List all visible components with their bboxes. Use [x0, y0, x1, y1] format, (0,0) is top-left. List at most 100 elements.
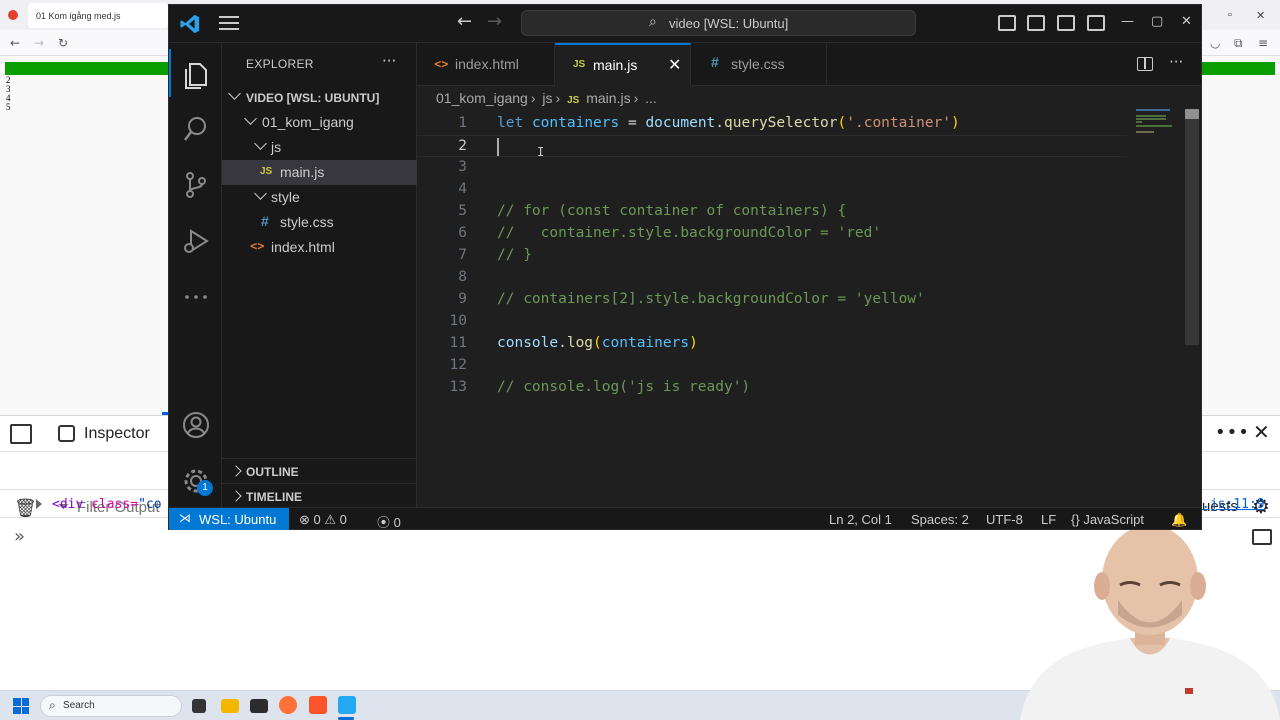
windows-start-icon[interactable] [13, 698, 29, 714]
customize-layout-icon[interactable] [1087, 15, 1105, 31]
tree-item-label: 01_kom_igang [262, 114, 354, 130]
vertical-scrollbar[interactable] [1185, 109, 1199, 345]
command-center[interactable]: ⌕ video [WSL: Ubuntu] [521, 10, 916, 36]
toggle-secondary-sidebar-icon[interactable] [1057, 15, 1075, 31]
breadcrumb-item[interactable]: 01_kom_igang [436, 90, 528, 106]
tab-label: main.js [593, 57, 638, 73]
vscode-taskbar-icon[interactable] [338, 696, 356, 714]
browser-tab[interactable]: 01 Kom igång med.js [28, 3, 168, 28]
tab-main-js[interactable]: JS main.js ✕ [555, 43, 691, 87]
breadcrumb-item[interactable]: ... [645, 90, 657, 106]
indentation[interactable]: Spaces: 2 [911, 512, 969, 527]
line-number: 8 [458, 269, 467, 285]
minimize-icon[interactable]: ▫ [1228, 9, 1232, 21]
explorer-more-icon[interactable]: ··· [382, 52, 396, 70]
terminal-icon[interactable] [250, 699, 268, 713]
account-icon [183, 412, 209, 438]
search-icon: ⌕ [49, 698, 56, 712]
tree-item-folder[interactable]: style [222, 185, 417, 210]
console-element-preview[interactable]: <div class="co [52, 497, 162, 512]
minimize-icon[interactable]: — [1121, 14, 1134, 29]
maximize-icon[interactable]: ▢ [1151, 14, 1163, 29]
ports-indicator[interactable]: ⦿ 0 [377, 512, 401, 531]
source-control-icon [186, 172, 206, 198]
warning-icon: ⚠ [324, 512, 337, 527]
code-text: // containers[2].style.backgroundColor =… [497, 291, 925, 307]
tree-item-workspace[interactable]: VIDEO [WSL: UBUNTU] [222, 85, 417, 110]
file-explorer-icon[interactable] [221, 699, 239, 713]
forward-icon[interactable]: → [34, 36, 44, 50]
tab-index-html[interactable]: <> index.html [417, 43, 555, 86]
notifications-bell-icon[interactable]: 🔔 [1171, 512, 1187, 528]
tab-close-icon[interactable]: ✕ [668, 55, 681, 74]
remote-label: WSL: Ubuntu [199, 512, 277, 527]
source-control-activity[interactable] [169, 159, 222, 207]
menu-hamburger-icon[interactable] [219, 16, 239, 30]
remote-indicator[interactable]: ⋊ WSL: Ubuntu [169, 508, 289, 530]
code-line: 13 // console.log('js is ready') [417, 377, 1127, 399]
task-view-icon[interactable] [192, 699, 206, 713]
firefox-taskbar-icon[interactable] [279, 696, 297, 714]
reload-icon[interactable]: ↻ [58, 36, 68, 50]
devtools-close-icon[interactable]: ✕ [1253, 420, 1270, 444]
outline-section[interactable]: OUTLINE [222, 458, 417, 483]
pocket-icon[interactable]: ◡ [1210, 36, 1220, 50]
manage-activity[interactable] [169, 455, 222, 503]
expand-arrow-icon[interactable] [36, 499, 42, 509]
language-mode[interactable]: {} JavaScript [1071, 512, 1144, 527]
page-number-list: 2 3 4 5 [6, 76, 11, 112]
minimap[interactable] [1134, 109, 1184, 139]
more-activity[interactable] [169, 271, 222, 319]
back-arrow-icon[interactable]: ← [457, 11, 472, 32]
code-line: 7 // } [417, 245, 1127, 267]
menu-icon[interactable]: ≡ [1258, 36, 1268, 50]
close-icon[interactable]: ✕ [1256, 9, 1265, 22]
tab-style-css[interactable]: # style.css [691, 43, 827, 86]
html-file-icon: <> [250, 239, 265, 253]
source-file-link[interactable]: .js:11:9 [1202, 497, 1265, 512]
search-icon: ⌕ [649, 14, 657, 30]
encoding[interactable]: UTF-8 [986, 512, 1023, 527]
ports-count: 0 [393, 515, 401, 530]
cursor-position[interactable]: Ln 2, Col 1 [829, 512, 892, 527]
tree-item-label: js [271, 139, 282, 155]
extensions-icon[interactable]: ⧉ [1234, 36, 1243, 51]
line-number: 1 [458, 115, 467, 131]
run-debug-icon [184, 229, 209, 253]
inspector-tab[interactable]: Inspector [84, 425, 150, 443]
accounts-activity[interactable] [169, 399, 222, 447]
timeline-section[interactable]: TIMELINE [222, 483, 417, 508]
code-editor[interactable]: 1 let containers = document.querySelecto… [417, 109, 1137, 509]
breadcrumb: 01_kom_igang › js › JS main.js › ... [436, 90, 660, 108]
tree-item-file[interactable]: # style.css [222, 210, 417, 235]
explorer-activity[interactable] [169, 49, 222, 97]
tree-item-folder[interactable]: 01_kom_igang [222, 110, 417, 135]
editor-more-icon[interactable]: ··· [1169, 53, 1183, 71]
forward-arrow-icon[interactable]: → [487, 11, 502, 32]
toggle-primary-sidebar-icon[interactable] [998, 15, 1016, 31]
breadcrumb-item[interactable]: js [542, 90, 552, 106]
line-number: 3 [458, 159, 467, 175]
element-picker-icon[interactable] [10, 424, 32, 444]
toggle-panel-icon[interactable] [1027, 15, 1045, 31]
taskbar-search[interactable]: ⌕ Search [40, 695, 182, 717]
breadcrumb-item[interactable]: main.js [586, 90, 630, 106]
line-number: 4 [458, 181, 467, 197]
end-of-line[interactable]: LF [1041, 512, 1056, 527]
split-editor-icon[interactable] [1137, 57, 1153, 71]
run-debug-activity[interactable] [169, 215, 222, 263]
search-activity[interactable] [169, 103, 222, 151]
tab-label: style.css [731, 56, 785, 72]
close-icon[interactable]: ✕ [1181, 14, 1192, 29]
back-icon[interactable]: ← [10, 36, 20, 50]
tree-item-file[interactable]: <> index.html [222, 235, 417, 260]
brave-icon[interactable] [309, 696, 327, 714]
tree-item-file[interactable]: JS main.js [222, 160, 417, 185]
line-number: 2 [458, 138, 467, 154]
problems-indicator[interactable]: ⊗ 0 ⚠ 0 [299, 512, 347, 528]
inspector-icon [58, 425, 75, 442]
braces-icon: {} [1071, 512, 1080, 527]
tree-item-folder[interactable]: js [222, 135, 417, 160]
devtools-more-icon[interactable]: ••• [1215, 422, 1250, 443]
mouse-ibeam-icon: I [537, 145, 545, 159]
